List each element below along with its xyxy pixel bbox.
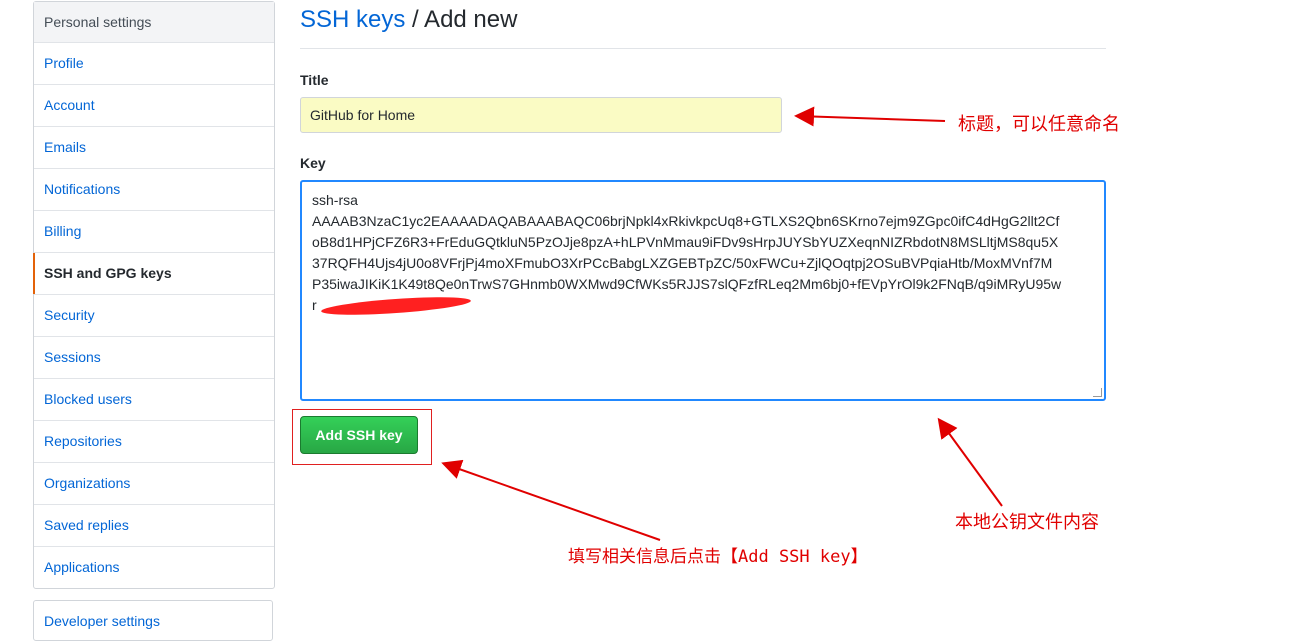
button-arrow xyxy=(441,459,661,541)
key-arrow xyxy=(937,417,1003,507)
button-annotation: 填写相关信息后点击【Add SSH key】 xyxy=(568,547,868,567)
title-annotation: 标题，可以任意命名 xyxy=(958,114,1120,135)
title-arrow xyxy=(794,106,946,127)
key-annotation: 本地公钥文件内容 xyxy=(955,512,1099,533)
